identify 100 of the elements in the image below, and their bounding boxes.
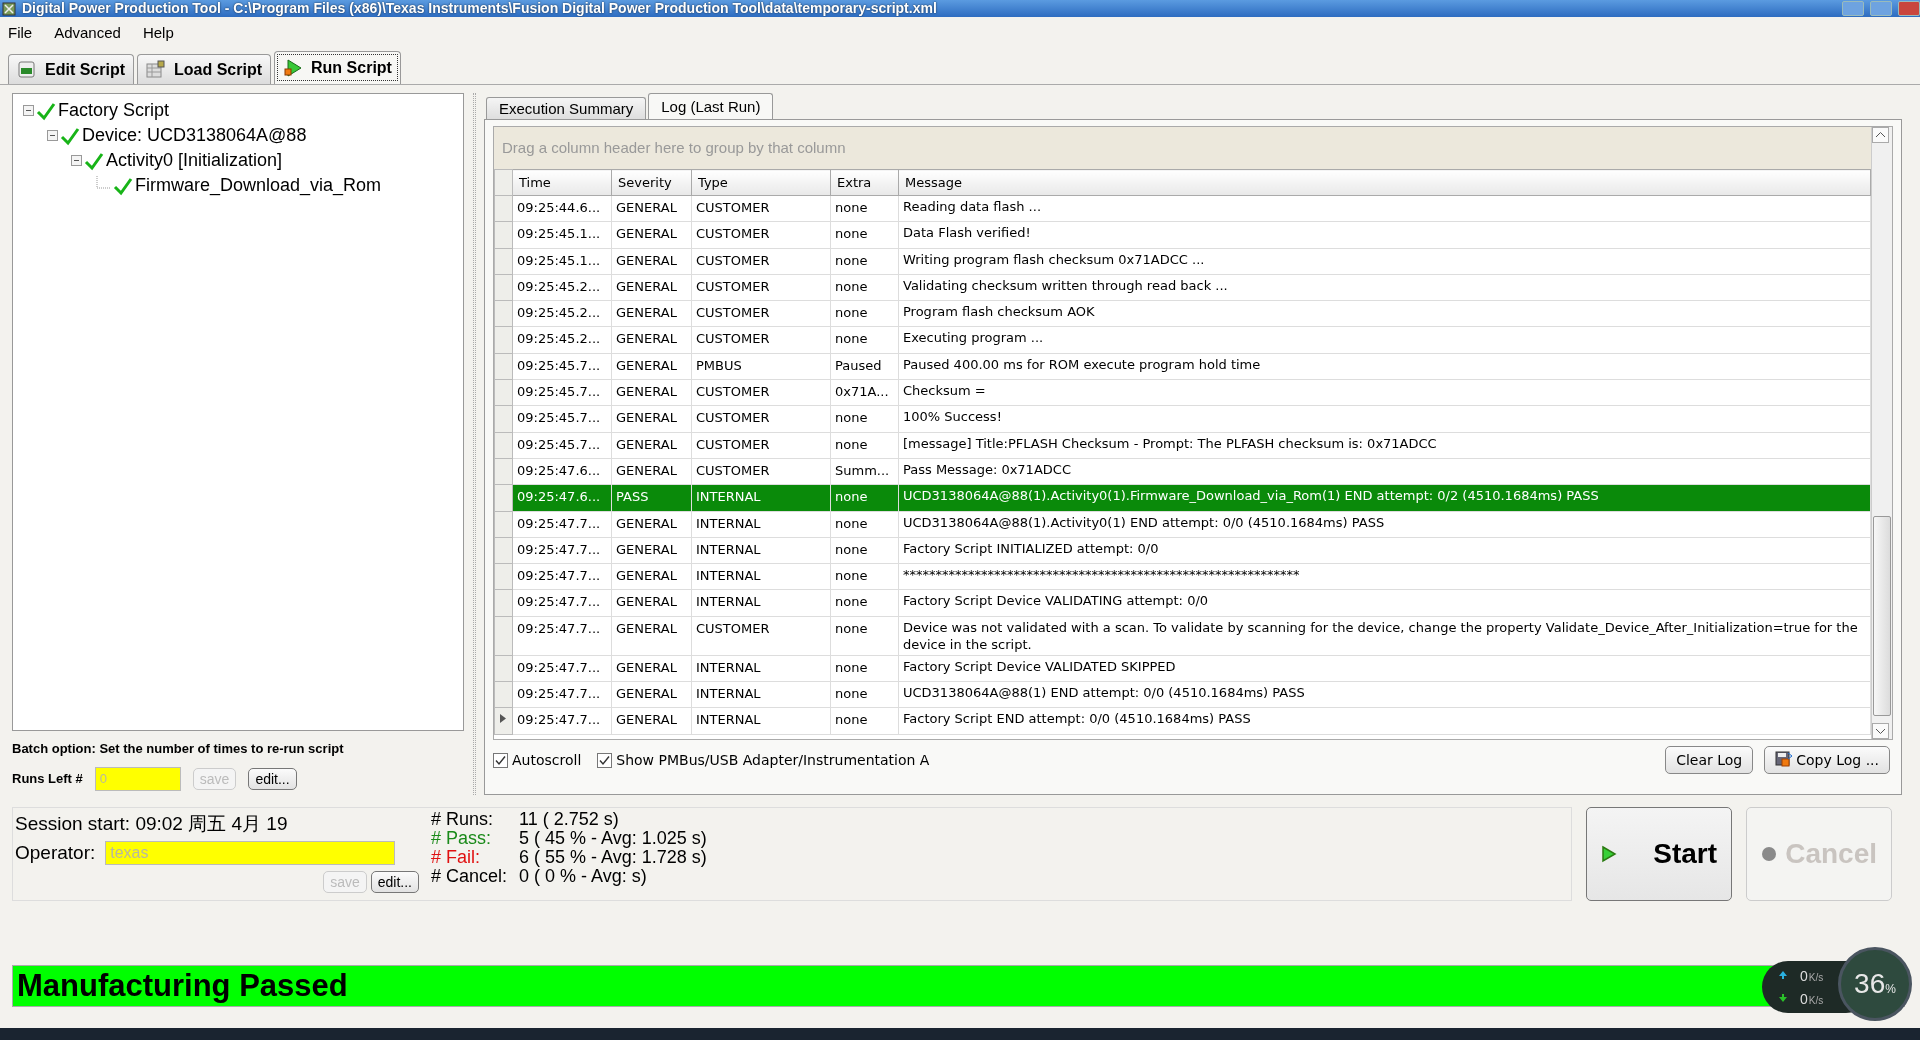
checkbox-label[interactable]: Show PMBus/USB Adapter/Instrumentation A — [616, 749, 930, 771]
session-start-text: Session start: 09:02 周五 4月 19 — [15, 812, 289, 836]
table-cell: INTERNAL — [691, 589, 831, 617]
edit-button[interactable]: edit... — [370, 871, 419, 893]
table-cell: [message] Title:PFLASH Checksum - Prompt: The PLFASH checksum is: 0x71ADCC — [898, 432, 1871, 459]
table-cell: Paused — [830, 353, 899, 380]
column-header[interactable]: Time — [512, 169, 612, 196]
download-speed: 0 — [1800, 990, 1808, 1009]
table-cell: CUSTOMER — [691, 327, 831, 354]
table-cell: GENERAL — [611, 248, 692, 275]
table-cell: GENERAL — [611, 221, 692, 249]
tab[interactable]: Execution Summary — [486, 97, 647, 119]
table-cell: 09:25:47.7... — [512, 563, 612, 590]
tree-item[interactable]: Factory Script — [58, 97, 170, 124]
scrollbar[interactable] — [1871, 127, 1892, 739]
table-cell: 09:25:47.7... — [512, 707, 612, 735]
row-header — [494, 169, 513, 196]
usage-percent: 36 — [1854, 967, 1886, 1001]
collapse-icon[interactable] — [23, 105, 34, 116]
table-cell: Summ... — [830, 458, 899, 485]
table-cell: 09:25:47.6... — [512, 484, 612, 512]
table-cell: GENERAL — [611, 274, 692, 301]
checkbox[interactable] — [597, 752, 613, 768]
column-header[interactable]: Message — [898, 169, 1871, 196]
table-cell: none — [830, 511, 899, 538]
table-cell: CUSTOMER — [691, 405, 831, 433]
table-cell: Factory Script INITIALIZED attempt: 0/0 — [898, 537, 1871, 564]
table-cell: CUSTOMER — [691, 221, 831, 249]
toolbar-tab[interactable]: Load Script — [137, 54, 272, 84]
minimize-button[interactable] — [1842, 1, 1864, 16]
table-cell: GENERAL — [611, 432, 692, 459]
stat-label: # Runs: — [431, 810, 495, 829]
table-cell: INTERNAL — [691, 655, 831, 682]
table-cell: 09:25:45.7... — [512, 432, 612, 459]
checkbox[interactable] — [493, 752, 508, 768]
tree-item[interactable]: Firmware_Download_via_Rom — [135, 172, 382, 199]
table-cell: none — [830, 616, 899, 656]
table-cell: none — [830, 589, 899, 617]
menu-item[interactable]: File — [8, 21, 33, 45]
table-cell: GENERAL — [611, 379, 692, 406]
column-header[interactable]: Extra — [830, 169, 899, 196]
stat-value: 0 ( 0 % - Avg: s) — [519, 867, 648, 886]
batch-note: Batch option: Set the number of times to re-run script — [12, 740, 345, 758]
table-cell: Factory Script END attempt: 0/0 (4510.1684ms) PASS — [898, 707, 1871, 735]
table-cell: INTERNAL — [691, 681, 831, 708]
table-cell: 09:25:45.7... — [512, 379, 612, 406]
checkbox-label[interactable]: Autoscroll — [512, 749, 582, 771]
stat-label: # Cancel: — [431, 867, 508, 886]
table-cell: none — [830, 655, 899, 682]
menu-item[interactable]: Help — [142, 21, 174, 45]
table-cell: none — [830, 327, 899, 354]
menu-item[interactable]: Advanced — [54, 21, 121, 45]
collapse-icon[interactable] — [71, 155, 82, 166]
table-cell: GENERAL — [611, 537, 692, 564]
speed-unit: K/s — [1808, 994, 1824, 1008]
edit-button[interactable]: edit... — [248, 767, 297, 790]
table-cell: none — [830, 432, 899, 459]
splitter-handle[interactable] — [472, 93, 476, 795]
table-cell: 100% Success! — [898, 405, 1871, 433]
start-button[interactable]: Start — [1586, 807, 1732, 901]
collapse-icon[interactable] — [47, 130, 58, 141]
table-cell: 09:25:47.6... — [512, 458, 612, 485]
table-cell: GENERAL — [611, 458, 692, 485]
tree-item[interactable]: Device: UCD3138064A@88 — [82, 122, 307, 149]
maximize-button[interactable] — [1870, 1, 1892, 16]
table-cell: 09:25:45.2... — [512, 327, 612, 354]
toolbar-tab[interactable]: Edit Script — [8, 54, 134, 84]
speed-unit: K/s — [1808, 971, 1824, 985]
table-cell: 0x71A... — [830, 379, 899, 406]
column-header[interactable]: Type — [691, 169, 831, 196]
stop-icon — [1761, 846, 1777, 862]
clear-log-button[interactable]: Clear Log — [1665, 746, 1754, 774]
table-cell: Executing program ... — [898, 327, 1871, 354]
table-cell: GENERAL — [611, 327, 692, 354]
table-cell: CUSTOMER — [691, 432, 831, 459]
table-cell: 09:25:45.7... — [512, 353, 612, 380]
close-button[interactable] — [1898, 1, 1920, 16]
copy-log-button[interactable]: Copy Log ... — [1764, 746, 1890, 774]
tree-item[interactable]: Activity0 [Initialization] — [106, 147, 283, 174]
stat-value: 6 ( 55 % - Avg: 1.728 s) — [519, 848, 707, 867]
table-cell: 09:25:44.6... — [512, 195, 612, 222]
table-cell: Checksum = — [898, 379, 1871, 406]
tab[interactable]: Log (Last Run) — [648, 93, 774, 119]
column-header[interactable]: Severity — [611, 169, 692, 196]
scroll-thumb[interactable] — [1873, 516, 1891, 716]
table-cell: CUSTOMER — [691, 248, 831, 275]
table-cell: Reading data flash ... — [898, 195, 1871, 222]
table-icon — [146, 59, 166, 80]
row-header[interactable] — [494, 707, 513, 735]
window-title: Digital Power Production Tool - C:\Program Files (x86)\Texas Instruments\Fusion Digital Power Production Tool\data\temporary-script.xml — [22, 0, 937, 17]
toolbar-tab[interactable]: Run Script — [274, 51, 401, 84]
table-cell: Data Flash verified! — [898, 221, 1871, 249]
table-cell: INTERNAL — [691, 563, 831, 590]
table-cell: GENERAL — [611, 511, 692, 538]
table-cell: none — [830, 405, 899, 433]
percent-sign: % — [1885, 982, 1896, 998]
download-arrow-icon — [1778, 993, 1788, 1003]
table-cell: UCD3138064A@88(1).Activity0(1).Firmware_Download_via_Rom(1) END attempt: 0/2 (4510.1684ms) PASS — [898, 484, 1871, 512]
table-cell: none — [830, 274, 899, 301]
stat-label: # Fail: — [431, 848, 482, 867]
